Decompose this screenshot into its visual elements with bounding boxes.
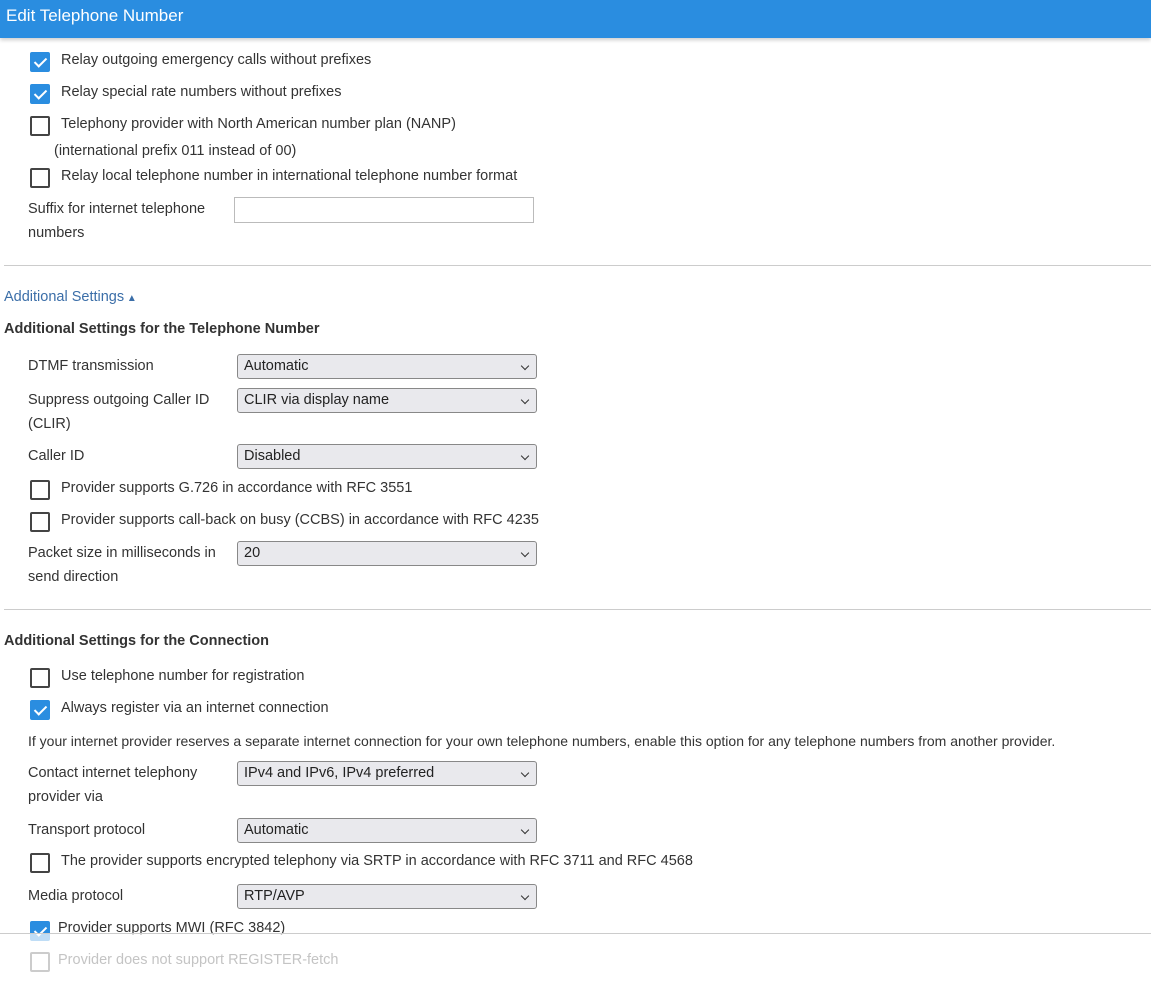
packet-size-select[interactable]: 20 <box>237 541 537 566</box>
suffix-input[interactable] <box>234 197 534 223</box>
divider <box>4 609 1151 610</box>
ccbs-label: Provider supports call-back on busy (CCB… <box>61 512 539 528</box>
triangle-up-icon: ▲ <box>124 293 137 304</box>
nanp-checkbox[interactable] <box>30 116 50 136</box>
relay-special-checkbox[interactable] <box>30 84 50 104</box>
register-fetch-label: Provider does not support REGISTER-fetch <box>58 952 339 968</box>
relay-emergency-checkbox[interactable] <box>30 52 50 72</box>
suffix-label-line2: numbers <box>28 225 85 241</box>
clir-select[interactable]: CLIR via display name <box>237 388 537 413</box>
always-register-checkbox[interactable] <box>30 700 50 720</box>
info-text: If your internet provider reserves a sep… <box>28 733 1056 749</box>
clir-label-line2: (CLIR) <box>28 416 71 432</box>
contact-label-line1: Contact internet telephony <box>28 765 198 781</box>
caller-id-label: Caller ID <box>28 448 85 464</box>
dtmf-label: DTMF transmission <box>28 358 154 374</box>
contact-label-line2: provider via <box>28 789 103 805</box>
divider <box>4 265 1151 266</box>
register-fetch-checkbox[interactable] <box>30 952 50 972</box>
media-select[interactable]: RTP/AVP <box>237 884 537 909</box>
dialog-title: Edit Telephone Number <box>0 0 1151 38</box>
g726-checkbox[interactable] <box>30 480 50 500</box>
ccbs-checkbox[interactable] <box>30 512 50 532</box>
relay-special-label: Relay special rate numbers without prefi… <box>61 84 342 100</box>
additional-settings-toggle[interactable]: Additional Settings ▲ <box>4 289 137 305</box>
media-label: Media protocol <box>28 888 124 904</box>
connection-settings-heading: Additional Settings for the Connection <box>4 633 270 649</box>
caller-id-select[interactable]: Disabled <box>237 444 537 469</box>
contact-select[interactable]: IPv4 and IPv6, IPv4 preferred <box>237 761 537 786</box>
packet-label-line1: Packet size in milliseconds in <box>28 545 216 561</box>
transport-label: Transport protocol <box>28 822 146 838</box>
g726-label: Provider supports G.726 in accordance wi… <box>61 480 413 496</box>
always-register-label: Always register via an internet connecti… <box>61 700 329 716</box>
packet-size-label: Packet size in milliseconds in send direc… <box>28 541 216 589</box>
clir-label: Suppress outgoing Caller ID (CLIR) <box>28 388 209 436</box>
srtp-checkbox[interactable] <box>30 853 50 873</box>
relay-local-checkbox[interactable] <box>30 168 50 188</box>
number-settings-heading: Additional Settings for the Telephone Nu… <box>4 321 320 337</box>
packet-label-line2: send direction <box>28 569 119 585</box>
clir-label-line1: Suppress outgoing Caller ID <box>28 392 210 408</box>
relay-emergency-label: Relay outgoing emergency calls without p… <box>61 52 372 68</box>
suffix-label: Suffix for internet telephone numbers <box>28 197 205 245</box>
use-number-label: Use telephone number for registration <box>61 668 305 684</box>
relay-local-label: Relay local telephone number in internat… <box>61 168 518 184</box>
use-number-checkbox[interactable] <box>30 668 50 688</box>
additional-settings-toggle-label: Additional Settings <box>4 289 125 305</box>
srtp-label: The provider supports encrypted telephon… <box>61 853 693 869</box>
suffix-label-line1: Suffix for internet telephone <box>28 201 206 217</box>
transport-select[interactable]: Automatic <box>237 818 537 843</box>
contact-label: Contact internet telephony provider via <box>28 761 197 809</box>
nanp-note: (international prefix 011 instead of 00) <box>54 143 297 159</box>
nanp-label: Telephony provider with North American n… <box>61 116 456 132</box>
dtmf-select[interactable]: Automatic <box>237 354 537 379</box>
